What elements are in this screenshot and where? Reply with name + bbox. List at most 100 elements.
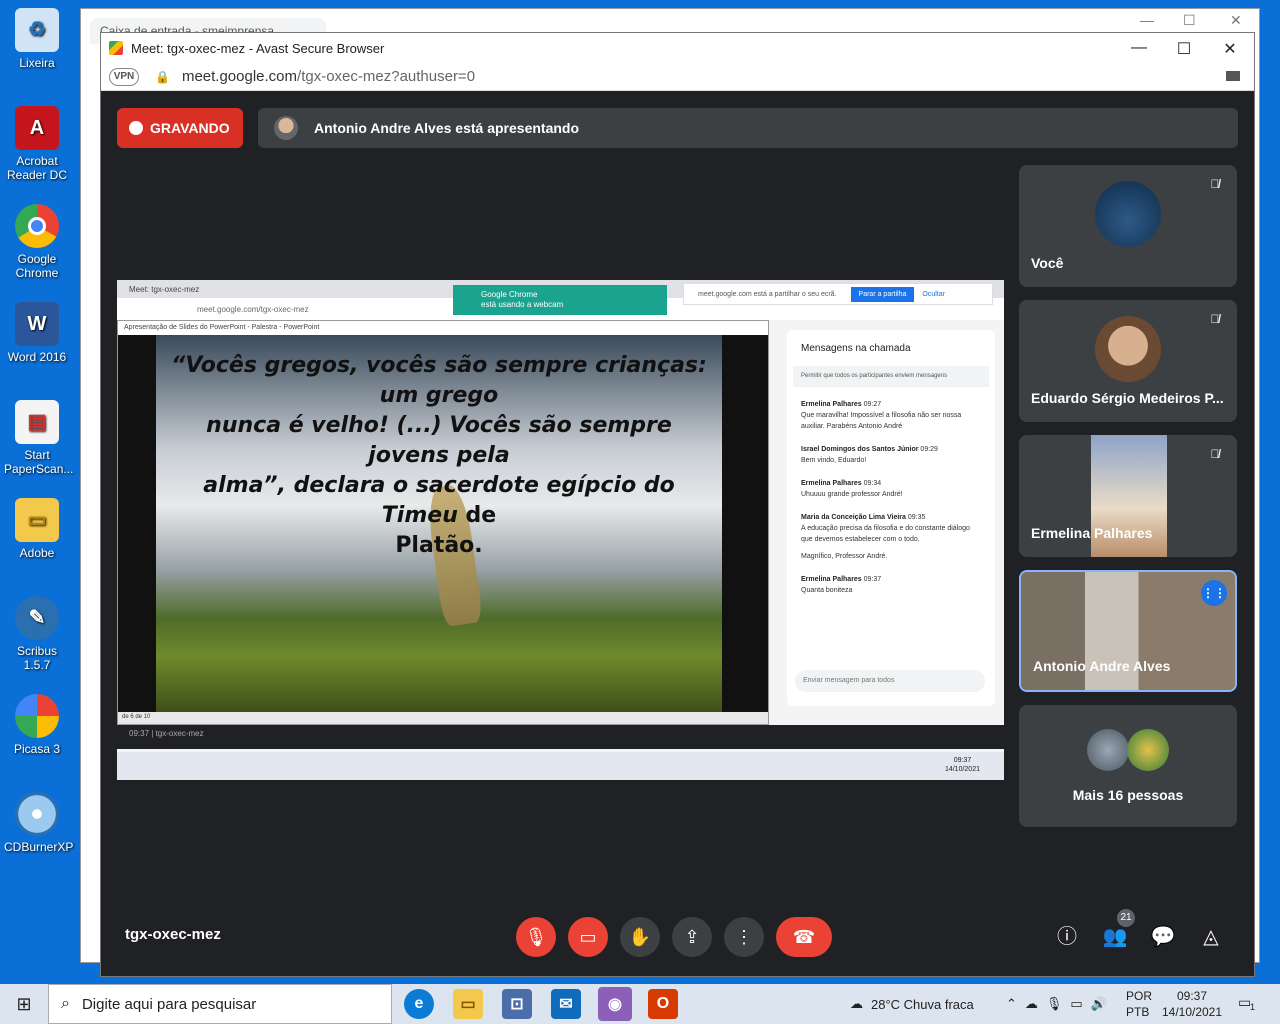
- file-explorer-icon[interactable]: ▭: [453, 989, 483, 1019]
- desktop-icon-recycle-bin[interactable]: ♻ Lixeira: [4, 8, 70, 70]
- picasa-icon: [15, 694, 59, 738]
- quote-line: Platão.: [395, 533, 483, 558]
- office-icon[interactable]: O: [648, 989, 678, 1019]
- chat-author: Ermelina Palhares: [801, 576, 862, 583]
- chevron-up-icon[interactable]: ⌃: [1006, 996, 1017, 1012]
- chat-message: Ermelina Palhares 09:34 Uhuuuu grande pro…: [787, 478, 995, 500]
- participant-tile-eduardo[interactable]: 🎙̸ Eduardo Sérgio Medeiros P...: [1019, 300, 1237, 422]
- participant-tile-antonio[interactable]: ⋮⋮ Antonio Andre Alves: [1019, 570, 1237, 692]
- paperscan-icon: ▤: [15, 400, 59, 444]
- quote-word: de: [465, 503, 497, 528]
- recycle-bin-icon: ♻: [15, 8, 59, 52]
- url-text[interactable]: meet.google.com/tgx-oxec-mez?authuser=0: [182, 68, 475, 85]
- url-path: /tgx-oxec-mez?authuser=0: [297, 68, 476, 85]
- chat-time: 09:34: [863, 480, 882, 487]
- chat-author: Ermelina Palhares: [801, 480, 862, 487]
- start-button[interactable]: ⊞: [0, 984, 48, 1024]
- participant-tile-self[interactable]: 🎙̸ Você: [1019, 165, 1237, 287]
- desktop-icon-label: Picasa 3: [13, 742, 61, 756]
- meeting-info-button[interactable]: ⓘ: [1053, 923, 1081, 951]
- lang-bottom: PTB: [1126, 1005, 1150, 1019]
- maximize-icon[interactable]: ☐: [1183, 12, 1196, 29]
- network-icon[interactable]: ▭: [1070, 996, 1082, 1012]
- desktop-icon-word[interactable]: W Word 2016: [4, 302, 70, 364]
- presenting-banner: Antonio Andre Alves está apresentando: [258, 108, 1238, 148]
- close-icon[interactable]: ✕: [1230, 12, 1242, 29]
- mail-icon[interactable]: ✉: [551, 989, 581, 1019]
- address-bar[interactable]: VPN 🔒 meet.google.com/tgx-oxec-mez?authu…: [101, 63, 1254, 91]
- raise-hand-button[interactable]: ✋: [620, 917, 660, 957]
- desktop-icon-label: Word 2016: [7, 350, 67, 364]
- weather-widget[interactable]: ☁ 28°C Chuva fraca: [850, 984, 974, 1024]
- scribus-icon: ✎: [15, 596, 59, 640]
- store-icon[interactable]: ⊡: [502, 989, 532, 1019]
- camera-icon[interactable]: [1226, 71, 1240, 81]
- lock-icon[interactable]: 🔒: [155, 70, 170, 84]
- chat-button[interactable]: 💬: [1149, 923, 1177, 951]
- desktop-icon-chrome[interactable]: Google Chrome: [4, 204, 70, 280]
- avatar: [1095, 316, 1161, 382]
- mic-off-icon: 🎙: [524, 926, 548, 947]
- language-indicator[interactable]: POR PTB: [1126, 988, 1152, 1020]
- powerpoint-title: Apresentação de Slides do PowerPoint - P…: [118, 321, 768, 335]
- chat-author: Ermelina Palhares: [801, 401, 862, 408]
- webcam-notice: Google Chrome está usando a webcam: [453, 285, 667, 315]
- chat-time: 09:29: [920, 446, 938, 453]
- avast-browser-icon[interactable]: ◉: [598, 987, 632, 1021]
- word-icon: W: [15, 302, 59, 346]
- quote-line: alma”, declara o sacerdote egípcio do Ti…: [203, 473, 675, 528]
- hand-icon: ✋: [628, 926, 652, 947]
- desktop-icon-cdburnerxp[interactable]: CDBurnerXP: [4, 792, 73, 854]
- desktop-icon-picasa[interactable]: Picasa 3: [4, 694, 70, 756]
- minimize-icon[interactable]: —: [1140, 12, 1154, 28]
- hide-link: Ocultar: [922, 290, 945, 298]
- chat-text: Magnífico, Professor André.: [801, 553, 888, 560]
- taskbar-search[interactable]: ⌕ Digite aqui para pesquisar: [48, 984, 392, 1024]
- webcam-notice-sub: está usando a webcam: [481, 300, 564, 309]
- notifications-icon[interactable]: ▭ 1: [1238, 994, 1258, 1014]
- desktop-icon-scribus[interactable]: ✎ Scribus 1.5.7: [4, 596, 70, 672]
- participant-tile-ermelina[interactable]: 🎙̸ Ermelina Palhares: [1019, 435, 1237, 557]
- participant-name: Eduardo Sérgio Medeiros P...: [1031, 390, 1224, 406]
- people-button[interactable]: 👥: [1101, 923, 1129, 951]
- shared-tab-title: Meet: tgx-oxec-mez: [129, 284, 200, 294]
- vpn-icon[interactable]: VPN: [109, 67, 139, 86]
- shared-url: meet.google.com/tgx-oxec-mez: [197, 304, 309, 314]
- weather-text: 28°C Chuva fraca: [871, 996, 974, 1012]
- desktop-icon-paperscan[interactable]: ▤ Start PaperScan...: [4, 400, 73, 476]
- close-icon[interactable]: ✕: [1220, 39, 1240, 59]
- shared-taskbar-date: 14/10/2021: [944, 766, 980, 773]
- more-options-button[interactable]: ⋮: [724, 917, 764, 957]
- activities-button[interactable]: ◬: [1197, 923, 1225, 951]
- cloud-icon: ☁: [850, 996, 863, 1011]
- chat-title: Mensagens na chamada: [801, 343, 911, 354]
- mic-off-icon: 🎙̸: [1210, 312, 1220, 326]
- more-people-tile[interactable]: Mais 16 pessoas: [1019, 705, 1237, 827]
- maximize-icon[interactable]: ☐: [1174, 39, 1194, 59]
- desktop-icon-adobe-folder[interactable]: ▭ Adobe: [4, 498, 70, 560]
- stop-sharing-button: Parar a partilha: [850, 286, 915, 302]
- volume-icon[interactable]: 🔊: [1091, 996, 1107, 1012]
- edge-icon[interactable]: e: [404, 989, 434, 1019]
- chat-text: Quanta boniteza: [801, 587, 853, 594]
- meeting-code[interactable]: tgx-oxec-mez: [125, 926, 221, 943]
- onedrive-icon[interactable]: ☁: [1025, 996, 1038, 1012]
- meet-logo-icon: [109, 41, 123, 55]
- avatar: [1095, 181, 1161, 247]
- present-button[interactable]: ⇪: [672, 917, 712, 957]
- chat-permission: Permitir que todos os participantes envi…: [793, 366, 989, 387]
- desktop-icon-acrobat[interactable]: A Acrobat Reader DC: [4, 106, 70, 182]
- chrome-icon: [15, 204, 59, 248]
- minimize-icon[interactable]: —: [1129, 39, 1149, 57]
- leave-call-button[interactable]: ☎: [776, 917, 832, 957]
- microphone-icon[interactable]: 🎙: [1046, 996, 1063, 1012]
- clock[interactable]: 09:37 14/10/2021: [1160, 988, 1224, 1020]
- system-tray[interactable]: ⌃ ☁ 🎙 ▭ 🔊: [1006, 984, 1107, 1024]
- mic-off-button[interactable]: 🎙: [516, 917, 556, 957]
- lang-top: POR: [1126, 989, 1153, 1003]
- window-title: Meet: tgx-oxec-mez - Avast Secure Browse…: [131, 40, 385, 56]
- camera-off-button[interactable]: ▭: [568, 917, 608, 957]
- avatar: [1087, 729, 1129, 771]
- powerpoint-window: Apresentação de Slides do PowerPoint - P…: [117, 320, 769, 725]
- participant-name: Antonio Andre Alves: [1033, 658, 1171, 674]
